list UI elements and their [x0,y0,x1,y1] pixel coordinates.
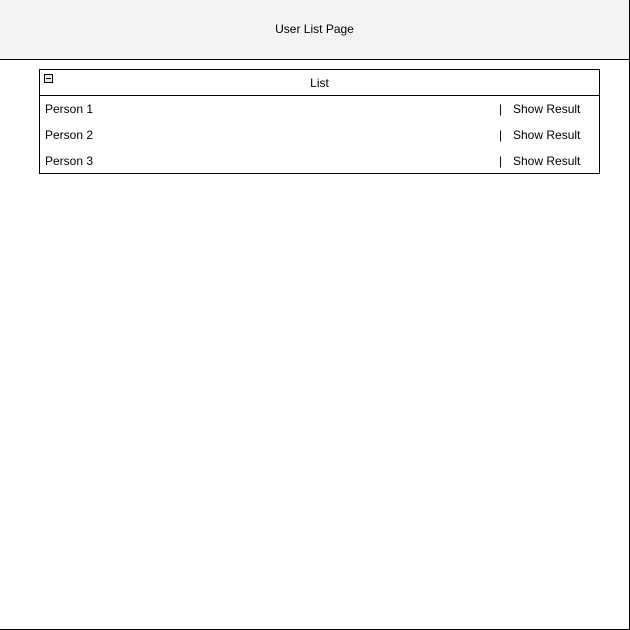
row-separator: | [499,102,503,116]
list-panel: List Person 1 | Show Result Person 2 | S… [39,69,600,174]
list-item: Person 2 | Show Result [40,122,599,148]
minus-glyph [46,78,51,79]
list-header: List [40,70,599,96]
list-item: Person 1 | Show Result [40,96,599,122]
row-separator: | [499,128,503,142]
person-name: Person 1 [45,102,94,116]
show-result-link[interactable]: Show Result [513,122,580,148]
list-item: Person 3 | Show Result [40,148,599,174]
user-list-page: User List Page List Person 1 | Show Resu… [0,0,630,630]
person-name: Person 3 [45,154,94,168]
collapse-minus-icon[interactable] [44,74,53,83]
list-title: List [310,76,329,90]
page-title: User List Page [275,22,354,36]
row-separator: | [499,154,503,168]
person-name: Person 2 [45,128,94,142]
show-result-link[interactable]: Show Result [513,148,580,174]
show-result-link[interactable]: Show Result [513,96,580,122]
page-header: User List Page [0,0,629,60]
